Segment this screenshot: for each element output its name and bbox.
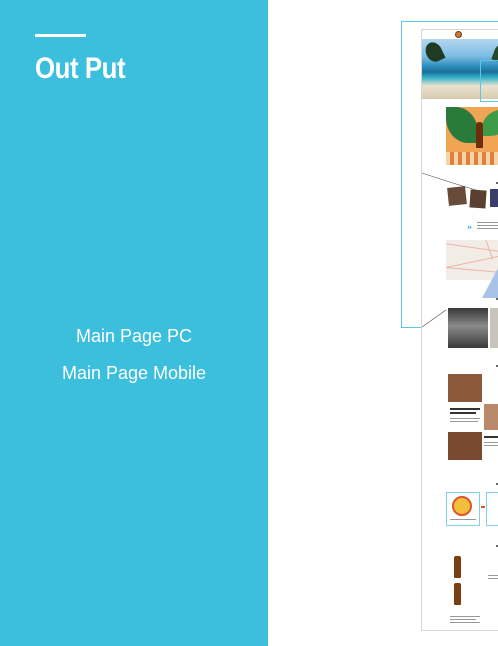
page-title: Out Put xyxy=(35,52,126,85)
output-nav: Main Page PC Main Page Mobile xyxy=(0,318,268,392)
preview-panel: ❝ xyxy=(268,0,498,646)
title-accent-bar xyxy=(35,34,86,37)
callout-connector xyxy=(421,172,484,328)
nav-main-page-pc[interactable]: Main Page PC xyxy=(0,318,268,355)
left-panel: Out Put Main Page PC Main Page Mobile xyxy=(0,0,268,646)
nav-main-page-mobile[interactable]: Main Page Mobile xyxy=(0,355,268,392)
